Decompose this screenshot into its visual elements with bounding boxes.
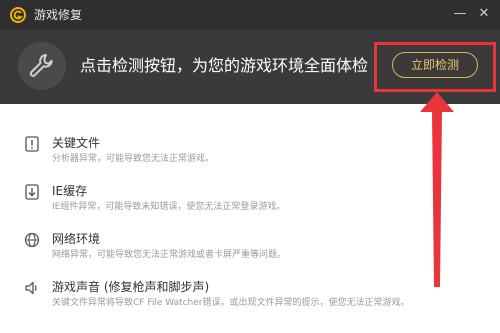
item-title: 关键文件 — [52, 136, 101, 150]
item-title: IE缓存 — [52, 184, 88, 198]
item-title: 网络环境 — [52, 232, 101, 246]
app-logo-icon — [10, 7, 26, 23]
wrench-badge — [18, 42, 66, 90]
minimize-button[interactable]: — — [452, 6, 468, 22]
title-bar: 游戏修复 — ✕ — [0, 0, 500, 30]
item-description: 网络异常，可能导致您无法正常游戏或者卡屏严重等问题。 — [52, 250, 287, 260]
header-headline: 点击检测按钮，为您的游戏环境全面体检 — [80, 56, 369, 75]
file-warning-icon — [25, 136, 39, 152]
item-description: IE组件异常，可能导致未知错误，使您无法正常登录游戏。 — [52, 202, 286, 212]
window-title: 游戏修复 — [34, 8, 83, 22]
item-description: 关键文件异常将导致CF File Watcher错误，或出现文件异常的提示，使您… — [52, 298, 410, 308]
download-cache-icon — [25, 184, 39, 200]
close-button[interactable]: ✕ — [476, 6, 492, 22]
wrench-icon — [29, 54, 53, 77]
item-description: 分析器异常，可能导致您无法正常游戏。 — [52, 154, 215, 164]
globe-icon — [24, 232, 40, 248]
red-arrow-annotation — [420, 92, 454, 287]
speaker-icon — [25, 281, 37, 295]
detect-now-button[interactable]: 立即检测 — [392, 52, 478, 78]
item-title: 游戏声音 (修复枪声和脚步声) — [52, 280, 210, 294]
